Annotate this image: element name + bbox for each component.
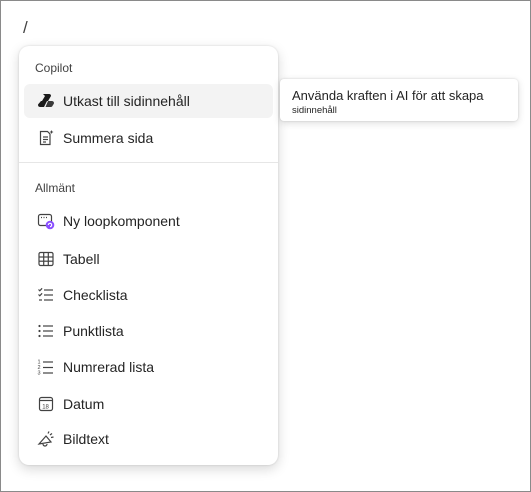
section-label-general: Allmänt: [35, 181, 76, 195]
section-divider: [19, 162, 278, 163]
calendar-icon: 18: [37, 395, 55, 413]
menu-item-numbered-list[interactable]: 1 2 3 Numrerad lista: [24, 350, 273, 384]
tooltip-line-1: Använda kraften i AI för att skapa: [292, 88, 484, 103]
menu-item-draft-page-content[interactable]: Utkast till sidinnehåll: [24, 84, 273, 118]
svg-text:3: 3: [38, 371, 41, 377]
menu-item-label: Ny loopkomponent: [63, 213, 180, 229]
menu-item-checklist[interactable]: Checklista: [24, 278, 273, 312]
menu-item-callout[interactable]: Bildtext: [24, 422, 273, 456]
loop-component-icon: [37, 212, 55, 230]
numbered-list-icon: 1 2 3: [37, 358, 55, 376]
bullet-list-icon: [37, 322, 55, 340]
callout-icon: [37, 430, 55, 448]
menu-item-label: Checklista: [63, 287, 128, 303]
menu-item-label: Utkast till sidinnehåll: [63, 93, 190, 109]
summarize-page-icon: [37, 129, 55, 147]
menu-item-date[interactable]: 18 Datum: [24, 387, 273, 421]
table-icon: [37, 250, 55, 268]
menu-item-label: Punktlista: [63, 323, 124, 339]
menu-item-bullet-list[interactable]: Punktlista: [24, 314, 273, 348]
slash-command-text[interactable]: /: [23, 18, 28, 38]
menu-item-label: Numrerad lista: [63, 359, 155, 375]
insert-menu: Copilot Utkast till sidinnehåll Summera …: [19, 46, 278, 465]
menu-item-label: Summera sida: [63, 130, 154, 146]
page-canvas: / Copilot Utkast till sidinnehåll Summer…: [0, 0, 531, 492]
copilot-icon: [37, 92, 55, 110]
checklist-icon: [37, 286, 55, 304]
tooltip: Använda kraften i AI för att skapa sidin…: [280, 79, 518, 121]
svg-text:18: 18: [42, 404, 49, 410]
tooltip-line-2: sidinnehåll: [292, 105, 337, 116]
menu-item-table[interactable]: Tabell: [24, 242, 273, 276]
menu-item-label: Tabell: [63, 251, 100, 267]
menu-item-label: Bildtext: [63, 431, 109, 447]
menu-item-summarize-page[interactable]: Summera sida: [24, 121, 273, 155]
menu-item-new-loop-component[interactable]: Ny loopkomponent: [24, 204, 273, 238]
section-label-copilot: Copilot: [35, 61, 73, 75]
menu-item-label: Datum: [63, 396, 105, 412]
